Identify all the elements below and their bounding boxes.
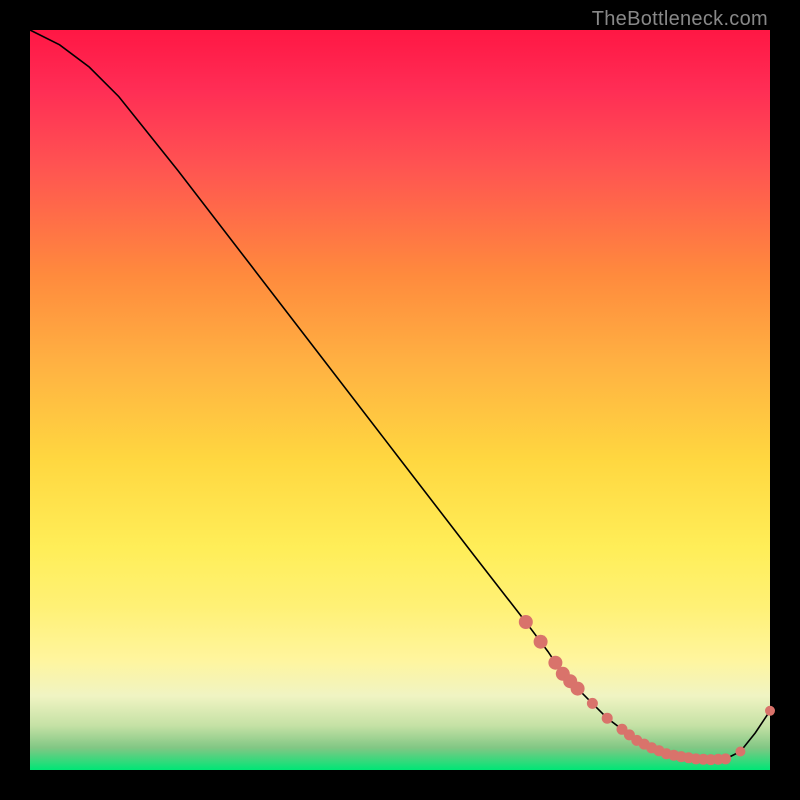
chart-plot-area	[30, 30, 770, 770]
bottleneck-curve	[30, 30, 770, 770]
data-point-marker	[519, 615, 533, 629]
watermark-label: TheBottleneck.com	[592, 8, 768, 31]
data-point-marker	[735, 747, 745, 757]
data-point-marker	[602, 713, 613, 724]
line-series-markers	[519, 615, 775, 765]
line-series-path	[30, 30, 770, 760]
data-point-marker	[587, 698, 598, 709]
data-point-marker	[534, 635, 548, 649]
data-point-marker	[571, 682, 585, 696]
data-point-marker	[765, 706, 775, 716]
data-point-marker	[720, 753, 731, 764]
